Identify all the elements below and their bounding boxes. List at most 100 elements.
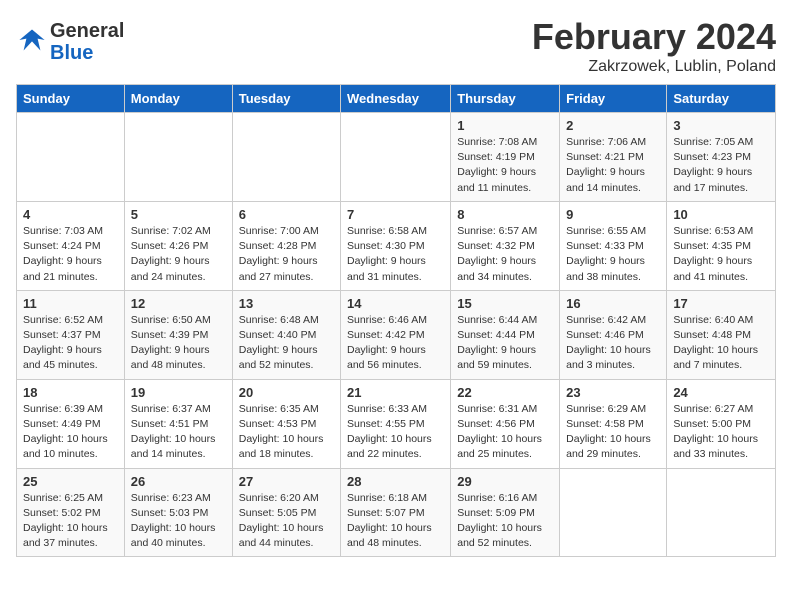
calendar-cell: 27 Sunrise: 6:20 AM Sunset: 5:05 PM Dayli…	[232, 468, 340, 557]
logo-bird-icon	[18, 26, 46, 54]
calendar-cell: 14 Sunrise: 6:46 AM Sunset: 4:42 PM Dayli…	[341, 290, 451, 379]
day-number: 20	[239, 385, 334, 400]
day-info: Sunrise: 6:25 AM Sunset: 5:02 PM Dayligh…	[23, 491, 118, 552]
day-number: 12	[131, 296, 226, 311]
calendar-cell	[17, 113, 125, 202]
weekday-header-friday: Friday	[560, 85, 667, 113]
calendar-table: SundayMondayTuesdayWednesdayThursdayFrid…	[16, 84, 776, 557]
calendar-cell: 16Sunrise: 6:42 AM Sunset: 4:46 PM Dayli…	[560, 290, 667, 379]
day-number: 2	[566, 118, 660, 133]
calendar-cell: 18Sunrise: 6:39 AM Sunset: 4:49 PM Dayli…	[17, 379, 125, 468]
day-number: 21	[347, 385, 444, 400]
calendar-cell: 21 Sunrise: 6:33 AM Sunset: 4:55 PM Dayli…	[341, 379, 451, 468]
calendar-week-row: 25 Sunrise: 6:25 AM Sunset: 5:02 PM Dayli…	[17, 468, 776, 557]
day-info: Sunrise: 7:08 AM Sunset: 4:19 PM Dayligh…	[457, 135, 553, 196]
day-info: Sunrise: 6:48 AM Sunset: 4:40 PM Dayligh…	[239, 313, 334, 374]
day-number: 14	[347, 296, 444, 311]
day-number: 17	[673, 296, 769, 311]
day-number: 8	[457, 207, 553, 222]
day-info: Sunrise: 6:33 AM Sunset: 4:55 PM Dayligh…	[347, 402, 444, 463]
calendar-cell: 5 Sunrise: 7:02 AM Sunset: 4:26 PM Daylig…	[124, 201, 232, 290]
day-number: 15	[457, 296, 553, 311]
day-number: 1	[457, 118, 553, 133]
day-info: Sunrise: 6:16 AM Sunset: 5:09 PM Dayligh…	[457, 491, 553, 552]
weekday-header-wednesday: Wednesday	[341, 85, 451, 113]
day-number: 3	[673, 118, 769, 133]
day-number: 29	[457, 474, 553, 489]
logo-blue: Blue	[50, 42, 124, 64]
calendar-cell	[667, 468, 776, 557]
day-info: Sunrise: 7:02 AM Sunset: 4:26 PM Dayligh…	[131, 224, 226, 285]
calendar-cell: 11 Sunrise: 6:52 AM Sunset: 4:37 PM Dayli…	[17, 290, 125, 379]
calendar-cell	[560, 468, 667, 557]
day-number: 13	[239, 296, 334, 311]
day-info: Sunrise: 6:35 AM Sunset: 4:53 PM Dayligh…	[239, 402, 334, 463]
day-number: 11	[23, 296, 118, 311]
day-number: 23	[566, 385, 660, 400]
day-info: Sunrise: 6:52 AM Sunset: 4:37 PM Dayligh…	[23, 313, 118, 374]
calendar-cell: 4 Sunrise: 7:03 AM Sunset: 4:24 PM Daylig…	[17, 201, 125, 290]
calendar-cell	[341, 113, 451, 202]
day-info: Sunrise: 6:18 AM Sunset: 5:07 PM Dayligh…	[347, 491, 444, 552]
page-header: General Blue February 2024 Zakrzowek, Lu…	[16, 16, 776, 76]
day-info: Sunrise: 7:00 AM Sunset: 4:28 PM Dayligh…	[239, 224, 334, 285]
weekday-header-tuesday: Tuesday	[232, 85, 340, 113]
day-info: Sunrise: 7:06 AM Sunset: 4:21 PM Dayligh…	[566, 135, 660, 196]
calendar-cell: 3Sunrise: 7:05 AM Sunset: 4:23 PM Daylig…	[667, 113, 776, 202]
day-info: Sunrise: 6:44 AM Sunset: 4:44 PM Dayligh…	[457, 313, 553, 374]
calendar-cell: 17Sunrise: 6:40 AM Sunset: 4:48 PM Dayli…	[667, 290, 776, 379]
day-number: 5	[131, 207, 226, 222]
day-number: 24	[673, 385, 769, 400]
calendar-cell: 28 Sunrise: 6:18 AM Sunset: 5:07 PM Dayli…	[341, 468, 451, 557]
calendar-cell: 9Sunrise: 6:55 AM Sunset: 4:33 PM Daylig…	[560, 201, 667, 290]
calendar-week-row: 4 Sunrise: 7:03 AM Sunset: 4:24 PM Daylig…	[17, 201, 776, 290]
calendar-cell: 20 Sunrise: 6:35 AM Sunset: 4:53 PM Dayli…	[232, 379, 340, 468]
weekday-header-monday: Monday	[124, 85, 232, 113]
calendar-body: 1 Sunrise: 7:08 AM Sunset: 4:19 PM Daylig…	[17, 113, 776, 557]
day-info: Sunrise: 6:46 AM Sunset: 4:42 PM Dayligh…	[347, 313, 444, 374]
weekday-header-saturday: Saturday	[667, 85, 776, 113]
day-info: Sunrise: 6:31 AM Sunset: 4:56 PM Dayligh…	[457, 402, 553, 463]
calendar-week-row: 18Sunrise: 6:39 AM Sunset: 4:49 PM Dayli…	[17, 379, 776, 468]
day-number: 28	[347, 474, 444, 489]
day-info: Sunrise: 6:20 AM Sunset: 5:05 PM Dayligh…	[239, 491, 334, 552]
day-info: Sunrise: 6:37 AM Sunset: 4:51 PM Dayligh…	[131, 402, 226, 463]
logo-general: General	[50, 20, 124, 42]
day-number: 9	[566, 207, 660, 222]
calendar-cell: 10Sunrise: 6:53 AM Sunset: 4:35 PM Dayli…	[667, 201, 776, 290]
day-info: Sunrise: 6:39 AM Sunset: 4:49 PM Dayligh…	[23, 402, 118, 463]
calendar-cell: 24 Sunrise: 6:27 AM Sunset: 5:00 PM Dayli…	[667, 379, 776, 468]
calendar-cell: 12 Sunrise: 6:50 AM Sunset: 4:39 PM Dayli…	[124, 290, 232, 379]
calendar-cell: 6 Sunrise: 7:00 AM Sunset: 4:28 PM Daylig…	[232, 201, 340, 290]
calendar-cell: 26 Sunrise: 6:23 AM Sunset: 5:03 PM Dayli…	[124, 468, 232, 557]
calendar-cell: 7 Sunrise: 6:58 AM Sunset: 4:30 PM Daylig…	[341, 201, 451, 290]
day-number: 6	[239, 207, 334, 222]
day-number: 4	[23, 207, 118, 222]
day-number: 10	[673, 207, 769, 222]
calendar-header-row: SundayMondayTuesdayWednesdayThursdayFrid…	[17, 85, 776, 113]
calendar-week-row: 1 Sunrise: 7:08 AM Sunset: 4:19 PM Daylig…	[17, 113, 776, 202]
calendar-cell: 13 Sunrise: 6:48 AM Sunset: 4:40 PM Dayli…	[232, 290, 340, 379]
day-info: Sunrise: 6:23 AM Sunset: 5:03 PM Dayligh…	[131, 491, 226, 552]
weekday-header-thursday: Thursday	[451, 85, 560, 113]
day-info: Sunrise: 6:29 AM Sunset: 4:58 PM Dayligh…	[566, 402, 660, 463]
day-number: 7	[347, 207, 444, 222]
day-number: 25	[23, 474, 118, 489]
day-info: Sunrise: 6:27 AM Sunset: 5:00 PM Dayligh…	[673, 402, 769, 463]
calendar-cell: 15 Sunrise: 6:44 AM Sunset: 4:44 PM Dayli…	[451, 290, 560, 379]
day-number: 19	[131, 385, 226, 400]
day-number: 26	[131, 474, 226, 489]
location-subtitle: Zakrzowek, Lublin, Poland	[532, 58, 776, 76]
weekday-header-sunday: Sunday	[17, 85, 125, 113]
calendar-cell	[232, 113, 340, 202]
calendar-week-row: 11 Sunrise: 6:52 AM Sunset: 4:37 PM Dayli…	[17, 290, 776, 379]
day-number: 16	[566, 296, 660, 311]
calendar-cell: 22 Sunrise: 6:31 AM Sunset: 4:56 PM Dayli…	[451, 379, 560, 468]
day-info: Sunrise: 6:58 AM Sunset: 4:30 PM Dayligh…	[347, 224, 444, 285]
day-info: Sunrise: 7:03 AM Sunset: 4:24 PM Dayligh…	[23, 224, 118, 285]
day-number: 27	[239, 474, 334, 489]
day-info: Sunrise: 6:50 AM Sunset: 4:39 PM Dayligh…	[131, 313, 226, 374]
calendar-cell: 19 Sunrise: 6:37 AM Sunset: 4:51 PM Dayli…	[124, 379, 232, 468]
calendar-cell: 29 Sunrise: 6:16 AM Sunset: 5:09 PM Dayli…	[451, 468, 560, 557]
day-number: 22	[457, 385, 553, 400]
